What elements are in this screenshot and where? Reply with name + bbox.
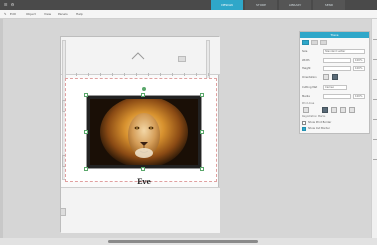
show-print-border-checkbox[interactable] — [302, 121, 306, 125]
show-print-border-label: Show Print Border — [308, 121, 332, 124]
lion-image — [90, 99, 198, 165]
scrollbar-thumb[interactable] — [108, 240, 258, 243]
tab-design[interactable]: DESIGN — [211, 0, 243, 10]
panel-tab-grid[interactable] — [320, 40, 327, 45]
mat-icon[interactable] — [178, 56, 186, 62]
mode-tabs: DESIGN STORE LIBRARY SEND — [209, 0, 345, 10]
show-cut-border-label: Show Cut Border — [308, 127, 330, 130]
show-cut-border-checkbox[interactable] — [302, 127, 306, 131]
ruler-tick — [373, 39, 377, 40]
toolbar-item-help[interactable]: Help — [76, 12, 83, 17]
height-field[interactable] — [323, 66, 351, 71]
pencil-icon[interactable]: ✎ — [4, 12, 7, 17]
tab-send[interactable]: SEND — [313, 0, 345, 10]
landscape-button[interactable] — [332, 74, 338, 80]
height-row: Height 100% — [302, 66, 368, 71]
media-field[interactable] — [323, 94, 351, 99]
print-option-3[interactable] — [331, 107, 337, 113]
media-row: Media 100% — [302, 94, 368, 99]
tab-library[interactable]: LIBRARY — [279, 0, 311, 10]
title-bar: ☰ ⚙ DESIGN STORE LIBRARY SEND — [0, 0, 377, 10]
resize-handle-l[interactable] — [84, 130, 88, 134]
print-option-4[interactable] — [340, 107, 346, 113]
toolbar-item-view[interactable]: View — [44, 12, 51, 17]
registration-heading: Registration Marks — [302, 115, 326, 118]
ruler-tick — [373, 59, 377, 60]
resize-handle-bl[interactable] — [84, 167, 88, 171]
horizontal-scrollbar[interactable] — [0, 238, 377, 245]
toolbar-item-panels[interactable]: Panels — [58, 12, 68, 17]
lion-illustration — [90, 99, 198, 165]
print-option-2[interactable] — [322, 107, 328, 113]
left-toolstrip — [0, 19, 3, 240]
portrait-button[interactable] — [323, 74, 329, 80]
height-label: Height — [302, 67, 311, 70]
ruler-tick — [373, 119, 377, 120]
print-option-5[interactable] — [349, 107, 355, 113]
resize-handle-t[interactable] — [141, 93, 145, 97]
menu-icon[interactable]: ☰ — [3, 2, 8, 7]
cutting-mat-row: Cutting Mat Cameo — [302, 85, 368, 90]
toolbar-item-edit[interactable]: Edit — [10, 12, 16, 17]
size-label: Size — [302, 50, 308, 53]
selected-image[interactable] — [86, 95, 202, 169]
resize-handle-b[interactable] — [141, 167, 145, 171]
print-option-1[interactable] — [303, 107, 309, 113]
rotate-handle[interactable] — [142, 87, 146, 91]
panel-title[interactable]: Trace — [300, 32, 369, 38]
mat-bottom-area — [61, 187, 220, 233]
app-window: ☰ ⚙ DESIGN STORE LIBRARY SEND ✎ Edit Obj… — [0, 0, 377, 245]
ruler-tick — [373, 139, 377, 140]
ruler-tick — [373, 99, 377, 100]
chevron-up-icon[interactable] — [131, 49, 145, 63]
media-scale[interactable]: 100% — [353, 94, 365, 99]
height-scale[interactable]: 100% — [353, 66, 365, 71]
orientation-label: Orientation — [302, 76, 317, 79]
tab-store[interactable]: STORE — [245, 0, 277, 10]
tools-icon[interactable]: ⚙ — [10, 2, 15, 7]
width-field[interactable] — [323, 58, 351, 63]
vertical-ruler — [371, 19, 377, 240]
toolbar-item-object[interactable]: Object — [26, 12, 36, 17]
size-row: Size Standard Letter — [302, 49, 368, 54]
width-scale[interactable]: 100% — [353, 58, 365, 63]
panel-tab-media[interactable] — [302, 40, 309, 45]
mat-feed-area — [61, 37, 220, 75]
pin-icon[interactable] — [60, 208, 66, 216]
cutting-mat-dropdown[interactable]: Cameo — [323, 85, 347, 90]
ruler-tick — [373, 159, 377, 160]
print-area-heading: Print Area — [302, 102, 315, 105]
resize-handle-tr[interactable] — [200, 93, 204, 97]
ruler-tick — [373, 79, 377, 80]
resize-handle-r[interactable] — [200, 130, 204, 134]
text-object[interactable]: Eve — [124, 178, 164, 186]
panel-tabs — [302, 40, 327, 45]
main-toolbar: ✎ Edit Object View Panels Help — [0, 10, 377, 19]
width-row: Width 100% — [302, 58, 368, 63]
size-dropdown[interactable]: Standard Letter — [323, 49, 365, 54]
panel-tab-image[interactable] — [311, 40, 318, 45]
width-label: Width — [302, 59, 310, 62]
resize-handle-tl[interactable] — [84, 93, 88, 97]
cutting-mat-label: Cutting Mat — [302, 86, 318, 89]
resize-handle-br[interactable] — [200, 167, 204, 171]
page-setup-panel: Trace Size Standard Letter Width 100% He… — [299, 31, 370, 134]
media-label: Media — [302, 95, 310, 98]
horizontal-ruler — [66, 73, 216, 76]
